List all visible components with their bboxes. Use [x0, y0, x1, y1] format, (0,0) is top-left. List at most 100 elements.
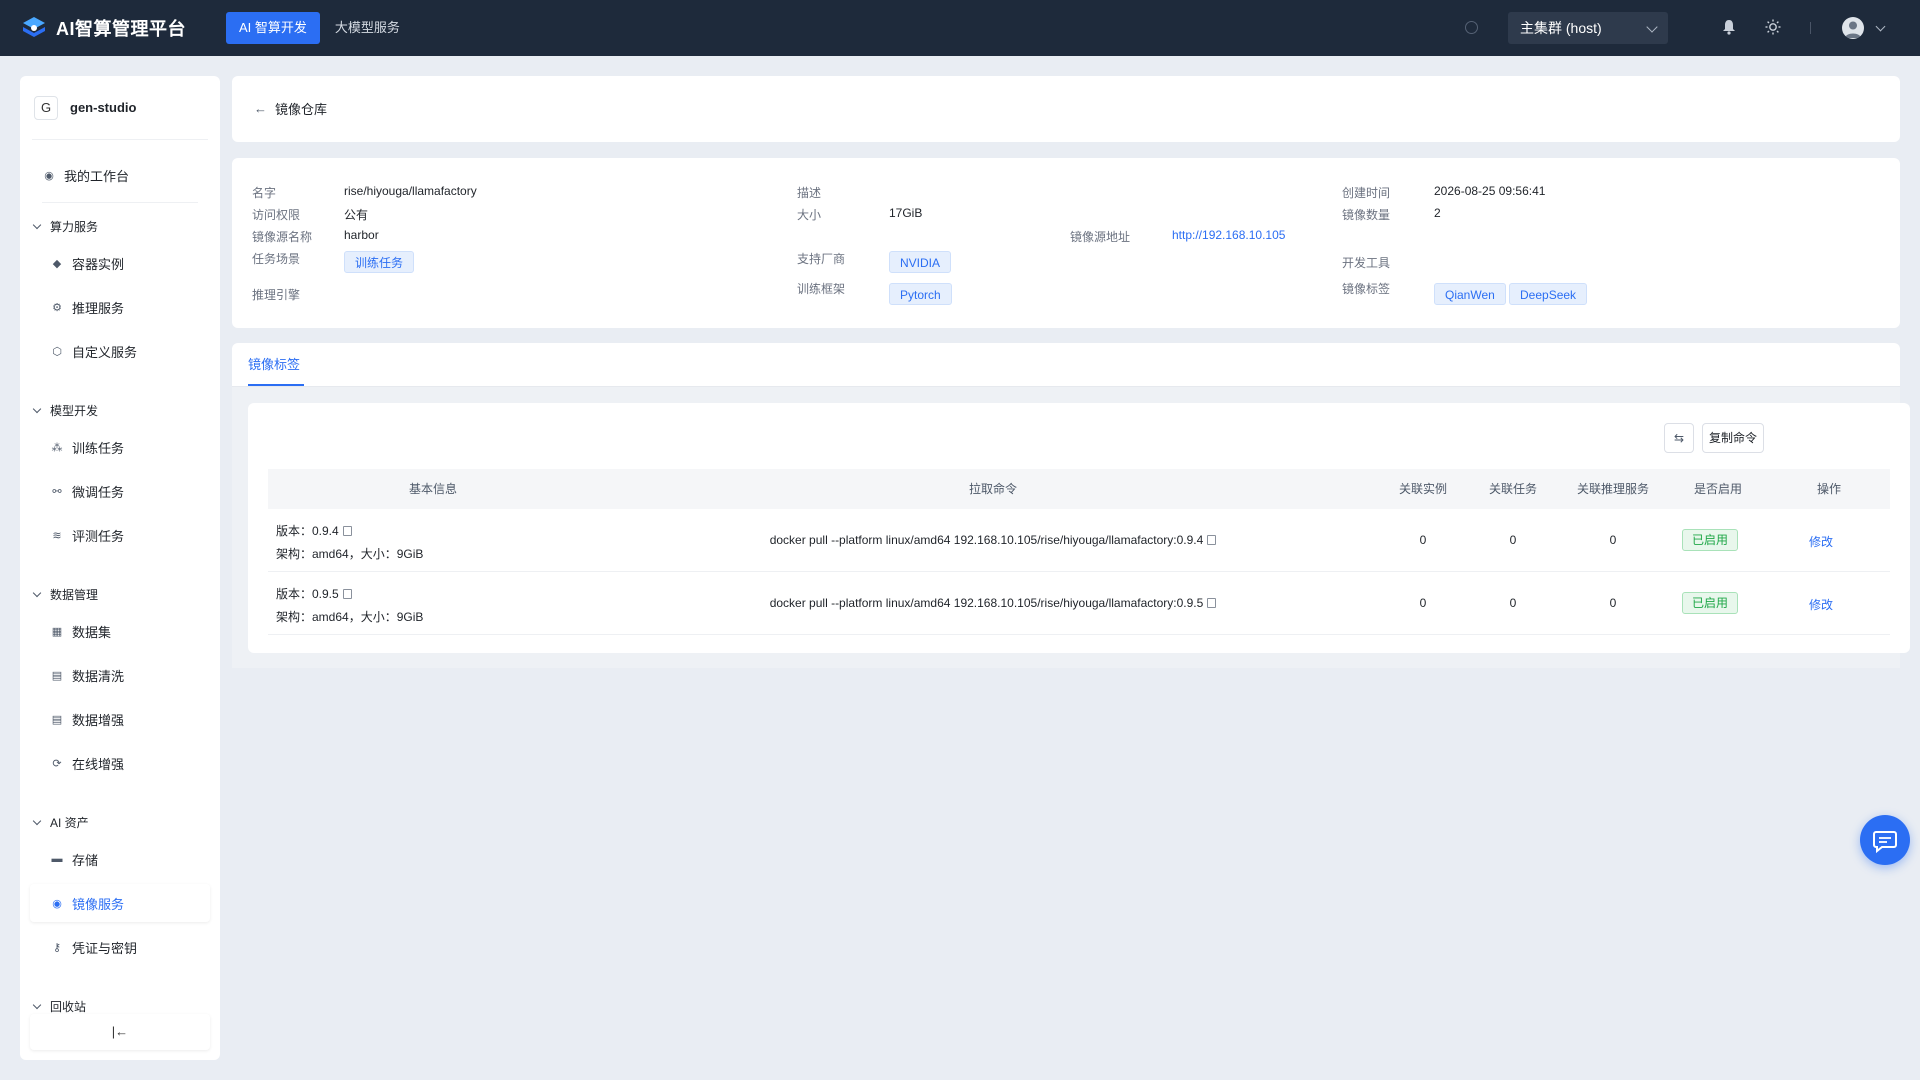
size-value: 17GiB	[889, 206, 923, 220]
engine-label: 推理引擎	[252, 288, 301, 302]
sidebar-item-label: 训练任务	[72, 440, 125, 456]
workspace-icon: ◉	[44, 169, 54, 182]
sidebar-group-assets[interactable]: AI 资产	[30, 810, 89, 834]
sidebar-item-training[interactable]: ⁂ 训练任务	[30, 428, 210, 466]
sidebar: G gen-studio ◉ 我的工作台 算力服务 ◆ 容器实例 ⚙ 推理服务 …	[20, 76, 220, 1060]
sidebar-item-label: 数据增强	[72, 712, 125, 728]
tags-label: 镜像标签	[1342, 282, 1391, 296]
sidebar-group-label: 模型开发	[50, 403, 99, 418]
table-row: 版本：0.9.4 架构：amd64，大小：9GiB docker pull --…	[268, 509, 1890, 572]
sidebar-item-workspace[interactable]: ◉ 我的工作台	[30, 156, 210, 194]
sidebar-group-data[interactable]: 数据管理	[30, 582, 98, 606]
sidebar-item-custom[interactable]: ⬡ 自定义服务	[30, 332, 210, 370]
bell-icon[interactable]	[1722, 19, 1736, 35]
created-value: 2026-08-25 09:56:41	[1434, 184, 1546, 198]
sidebar-item-label: 自定义服务	[72, 344, 138, 360]
collapse-sidebar-button[interactable]: |←	[30, 1014, 210, 1050]
app-logo[interactable]: AI智算管理平台	[20, 14, 205, 42]
sidebar-item-image-service[interactable]: ◉ 镜像服务	[30, 884, 210, 922]
name-value: rise/hiyouga/llamafactory	[344, 184, 477, 198]
copy-icon[interactable]	[1207, 598, 1217, 608]
theme-sun-icon[interactable]	[1765, 19, 1781, 35]
edit-link[interactable]: 修改	[1809, 596, 1833, 613]
access-value: 公有	[344, 208, 369, 222]
nav-tab-llm-service[interactable]: 大模型服务	[322, 12, 413, 44]
sidebar-item-credentials[interactable]: ⚷ 凭证与密钥	[30, 928, 210, 966]
sidebar-item-label: 数据集	[72, 624, 112, 640]
sidebar-group-label: 数据管理	[50, 587, 99, 602]
version-text: 版本：0.9.4	[276, 524, 339, 538]
sidebar-item-storage[interactable]: ▬ 存储	[30, 840, 210, 878]
nav-tab-ai-dev[interactable]: AI 智算开发	[226, 12, 320, 44]
sidebar-group-model[interactable]: 模型开发	[30, 398, 98, 422]
count-label: 镜像数量	[1342, 208, 1391, 222]
logo-icon	[20, 14, 48, 42]
chevron-down-icon[interactable]	[1875, 21, 1886, 32]
created-label: 创建时间	[1342, 186, 1391, 200]
top-bar: AI智算管理平台 AI 智算开发 大模型服务 主集群 (host)	[0, 0, 1920, 56]
th-instances: 关联实例	[1398, 482, 1447, 496]
image-service-icon: ◉	[52, 897, 62, 910]
sidebar-item-dataset[interactable]: ▦ 数据集	[30, 612, 210, 650]
name-label: 名字	[252, 186, 277, 200]
th-ops: 操作	[1816, 482, 1841, 496]
copy-icon[interactable]	[342, 589, 352, 599]
pull-command-text: docker pull --platform linux/amd64 192.1…	[769, 596, 1204, 610]
sidebar-group-label: 回收站	[50, 999, 87, 1014]
th-pull: 拉取命令	[968, 482, 1017, 496]
tab-image-tags[interactable]: 镜像标签	[248, 343, 300, 387]
addr-link[interactable]: http://192.168.10.105	[1172, 228, 1285, 242]
arch-cell: 架构：amd64，大小：9GiB	[276, 610, 424, 624]
search-icon[interactable]	[1465, 21, 1478, 34]
copy-command-button[interactable]: 复制命令	[1702, 423, 1764, 453]
avatar[interactable]	[1842, 17, 1864, 39]
chevron-down-icon	[32, 588, 42, 597]
tags-card: 镜像标签 ⇆ 复制命令 基本信息 拉取命令 关联实例 关联任务 关联推理服务 是…	[232, 343, 1910, 668]
sidebar-item-label: 微调任务	[72, 484, 125, 500]
breadcrumb[interactable]: ← 镜像仓库	[232, 76, 1900, 140]
chat-icon	[1873, 831, 1897, 854]
sidebar-item-container[interactable]: ◆ 容器实例	[30, 244, 210, 282]
edit-link[interactable]: 修改	[1809, 533, 1833, 550]
inference-cell: 0	[1609, 533, 1617, 547]
project-switcher[interactable]: G gen-studio	[32, 76, 208, 140]
pull-command-cell: docker pull --platform linux/amd64 192.1…	[598, 533, 1388, 547]
copy-icon[interactable]	[1207, 535, 1217, 545]
source-label: 镜像源名称	[252, 230, 313, 244]
devtool-label: 开发工具	[1342, 256, 1391, 270]
instances-cell: 0	[1419, 533, 1427, 547]
scene-chip: 训练任务	[344, 251, 415, 273]
gear-icon: ⚙	[52, 301, 62, 314]
sidebar-item-label: 容器实例	[72, 256, 125, 272]
hexagon-icon: ⬡	[52, 345, 62, 358]
back-label: 镜像仓库	[275, 101, 328, 117]
column-settings-button[interactable]: ⇆	[1664, 423, 1694, 453]
chevron-down-icon	[32, 816, 42, 825]
sidebar-item-inference[interactable]: ⚙ 推理服务	[30, 288, 210, 326]
status-badge: 已启用	[1682, 529, 1739, 551]
sidebar-item-finetune[interactable]: ⚯ 微调任务	[30, 472, 210, 510]
status-badge: 已启用	[1682, 592, 1739, 614]
sidebar-item-augment[interactable]: ▤ 数据增强	[30, 700, 210, 738]
hierarchy-icon: ⁂	[51, 441, 63, 454]
cluster-select[interactable]: 主集群 (host)	[1508, 12, 1668, 44]
sidebar-item-online-augment[interactable]: ⟳ 在线增强	[30, 744, 210, 782]
sidebar-item-label: 评测任务	[72, 528, 125, 544]
sidebar-item-evaluate[interactable]: ≋ 评测任务	[30, 516, 210, 554]
copy-icon[interactable]	[342, 526, 352, 536]
chevron-down-icon	[32, 220, 42, 229]
chevron-down-icon	[32, 404, 42, 413]
collapse-icon: |←	[111, 1024, 129, 1039]
table-row: 版本：0.9.5 架构：amd64，大小：9GiB docker pull --…	[268, 572, 1890, 635]
sidebar-group-compute[interactable]: 算力服务	[30, 214, 98, 238]
tasks-cell: 0	[1509, 533, 1517, 547]
chat-button[interactable]	[1860, 815, 1910, 865]
grid-icon: ▦	[51, 625, 63, 638]
list-icon: ▤	[51, 669, 63, 682]
arch-cell: 架构：amd64，大小：9GiB	[276, 547, 424, 561]
swap-icon: ⇆	[1673, 431, 1685, 445]
sidebar-item-cleaning[interactable]: ▤ 数据清洗	[30, 656, 210, 694]
count-value: 2	[1434, 206, 1441, 220]
sidebar-item-label: 存储	[72, 852, 99, 868]
project-name: gen-studio	[70, 100, 137, 115]
